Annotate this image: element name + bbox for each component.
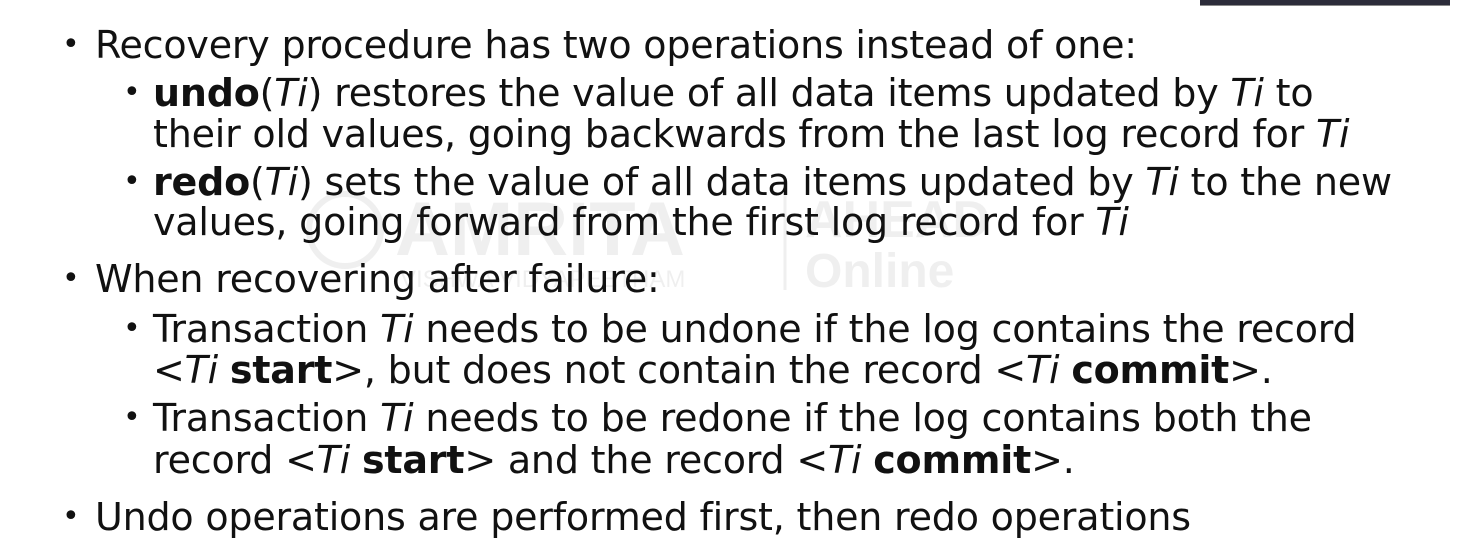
sub-bullet-undo-line1: undo(Ti) restores the value of all data … <box>153 71 1314 115</box>
slide-content: • Recovery procedure has two operations … <box>0 0 1460 560</box>
sub-bullet-undone-line1: Transaction Ti needs to be undone if the… <box>153 307 1357 351</box>
sub-bullet-redo-line1: redo(Ti) sets the value of all data item… <box>153 160 1392 204</box>
sub-bullet-marker: • <box>123 75 141 110</box>
sub-bullet-undone-line2: <Ti start>, but does not contain the rec… <box>153 348 1273 392</box>
sub-bullet-marker: • <box>123 400 141 435</box>
bullet-item-recovering-after-failure: When recovering after failure: <box>95 257 660 301</box>
sub-bullet-redo-line2: values, going forward from the first log… <box>153 200 1129 244</box>
sub-bullet-undo-line2: their old values, going backwards from t… <box>153 112 1350 156</box>
bullet-item-recovery-procedure: Recovery procedure has two operations in… <box>95 23 1137 67</box>
bullet-marker: • <box>62 499 80 534</box>
bullet-marker: • <box>62 27 80 62</box>
bullet-marker: • <box>62 261 80 296</box>
bullet-item-undo-first: Undo operations are performed first, the… <box>95 495 1191 539</box>
sub-bullet-redone-line1: Transaction Ti needs to be redone if the… <box>153 396 1312 440</box>
sub-bullet-marker: • <box>123 164 141 199</box>
sub-bullet-redone-line2: record <Ti start> and the record <Ti com… <box>153 438 1075 482</box>
sub-bullet-marker: • <box>123 311 141 346</box>
